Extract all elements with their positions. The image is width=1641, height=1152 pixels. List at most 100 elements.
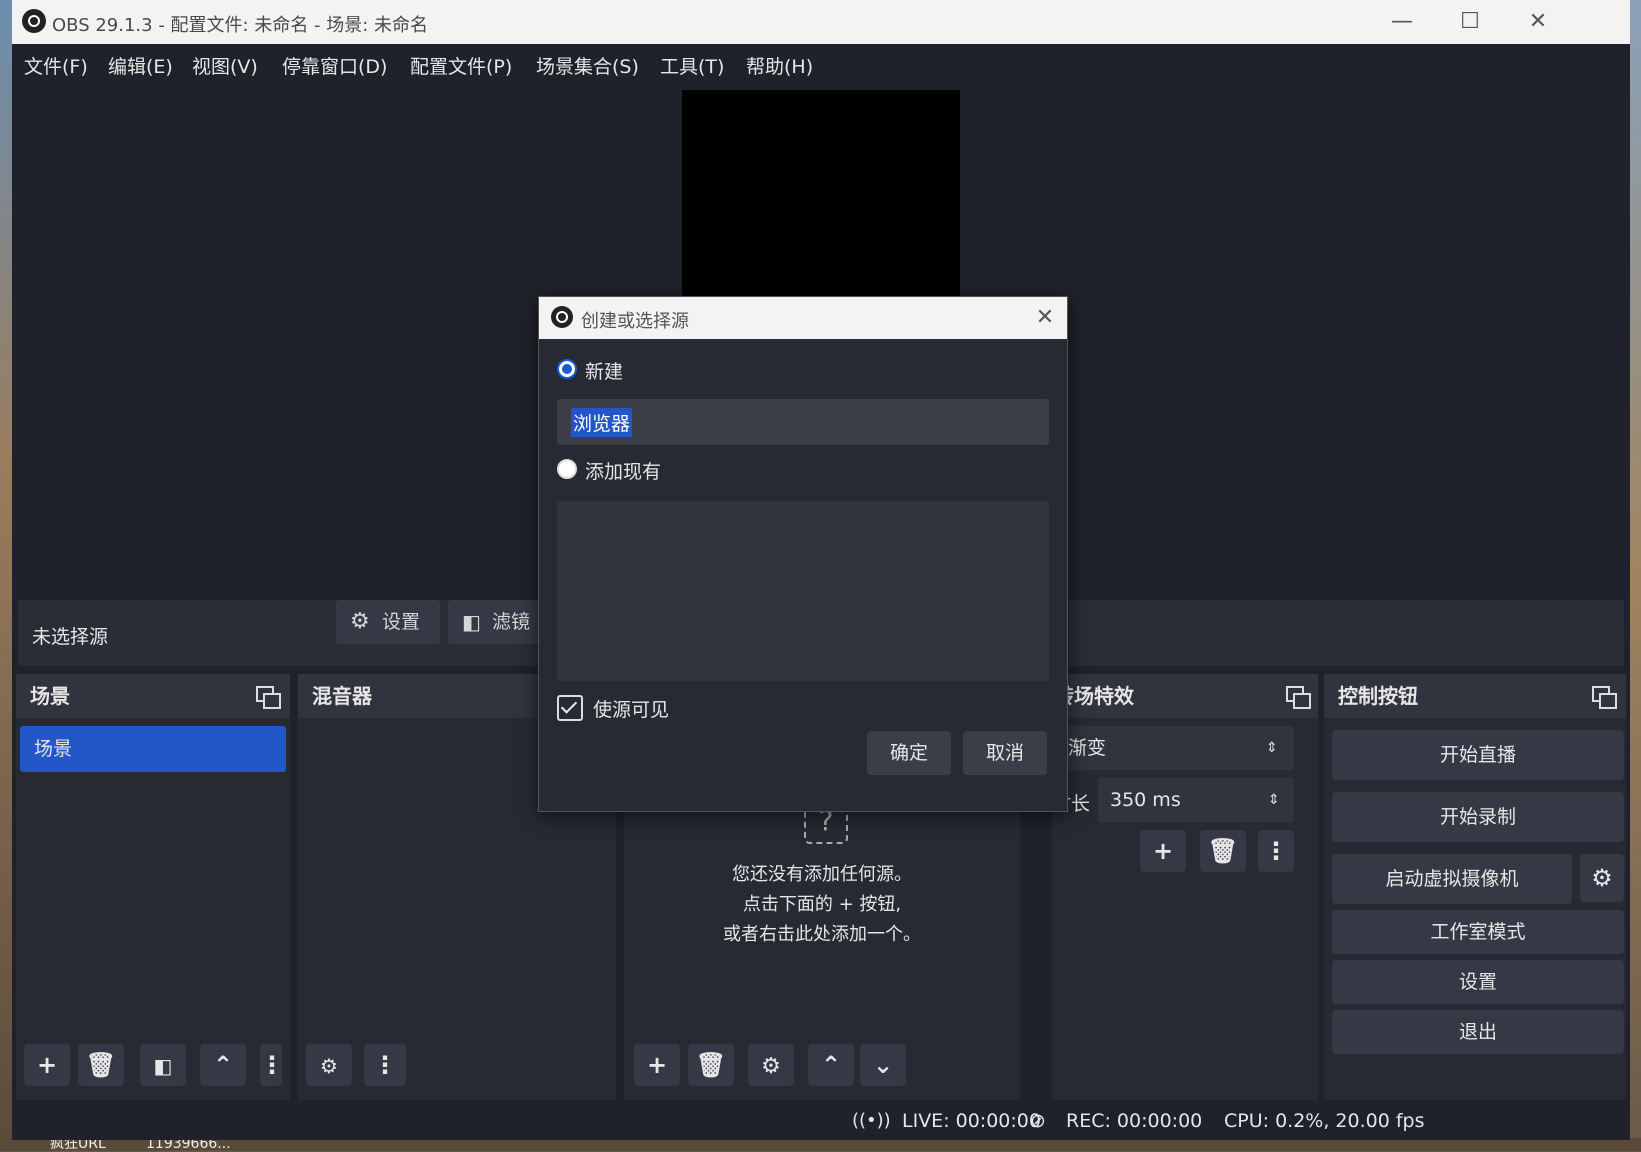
trash-icon: 🗑 (1207, 837, 1239, 865)
menu-bar: 文件(F) 编辑(E) 视图(V) 停靠窗口(D) 配置文件(P) 场景集合(S… (12, 44, 1630, 82)
empty-line-3: 或者右击此处添加一个。 (723, 924, 921, 945)
transitions-dock: 转场特效 渐变 ⇕ 时长 350 ms ⇕ + 🗑 ⋮ (1052, 674, 1318, 1100)
create-select-source-dialog: 创建或选择源 ✕ 新建 浏览器 添加现有 使源可见 确定 取消 (538, 296, 1068, 812)
remove-scene-button[interactable]: 🗑 (78, 1044, 124, 1086)
undock-icon[interactable] (256, 686, 281, 709)
status-bar: ((•)) LIVE: 00:00:00 ⊘ REC: 00:00:00 CPU… (12, 1100, 1630, 1140)
chevron-up-icon: ⌃ (212, 1051, 234, 1079)
source-name-value: 浏览器 (571, 408, 633, 437)
controls-title: 控制按钮 (1338, 684, 1418, 708)
desktop-background-right (1630, 0, 1641, 1151)
transition-more-button[interactable]: ⋮ (1258, 830, 1294, 872)
scenes-title: 场景 (30, 684, 70, 708)
new-source-radio[interactable] (557, 359, 577, 379)
minimize-button[interactable]: — (1374, 6, 1430, 38)
duration-value: 350 ms (1110, 789, 1181, 811)
menu-docks[interactable]: 停靠窗口(D) (282, 52, 387, 79)
transition-selected-value: 渐变 (1068, 737, 1107, 759)
close-button[interactable]: ✕ (1510, 6, 1566, 38)
maximize-button[interactable]: ☐ (1442, 6, 1498, 38)
undock-icon[interactable] (1286, 686, 1311, 709)
no-source-label: 未选择源 (32, 626, 109, 648)
title-bar: OBS 29.1.3 - 配置文件: 未命名 - 场景: 未命名 — ☐ ✕ (12, 0, 1630, 44)
rec-status: REC: 00:00:00 (1066, 1110, 1203, 1132)
more-vertical-icon: ⋮ (260, 1051, 284, 1079)
scene-list-item[interactable]: 场景 (20, 726, 286, 772)
menu-edit[interactable]: 编辑(E) (108, 52, 173, 79)
gear-icon: ⚙ (761, 1054, 781, 1079)
obs-logo-icon (551, 306, 573, 328)
start-virtual-camera-button[interactable]: 启动虚拟摄像机 (1332, 854, 1572, 904)
studio-mode-button[interactable]: 工作室模式 (1332, 910, 1624, 954)
menu-file[interactable]: 文件(F) (24, 52, 88, 79)
dialog-title-bar: 创建或选择源 ✕ (539, 297, 1067, 339)
scene-more-button[interactable]: ⋮ (260, 1044, 284, 1086)
trash-icon: 🗑 (85, 1051, 117, 1079)
move-source-up-button[interactable]: ⌃ (808, 1044, 854, 1086)
make-source-visible-label: 使源可见 (593, 699, 670, 721)
move-scene-up-button[interactable]: ⌃ (200, 1044, 246, 1086)
new-source-label: 新建 (585, 361, 624, 383)
empty-line-2: 点击下面的 + 按钮, (742, 894, 902, 915)
transition-select[interactable]: 渐变 ⇕ (1056, 726, 1294, 770)
existing-sources-list[interactable] (557, 501, 1049, 681)
add-existing-label: 添加现有 (585, 461, 662, 483)
source-settings-button[interactable]: ⚙ 设置 (336, 600, 440, 644)
source-filters-label: 滤镜 (492, 611, 531, 633)
desktop-background-left (0, 0, 12, 1151)
live-status: LIVE: 00:00:00 (902, 1110, 1041, 1132)
move-source-down-button[interactable]: ⌄ (860, 1044, 906, 1086)
mixer-advanced-settings-button[interactable]: ⚙ (306, 1044, 352, 1086)
menu-profile[interactable]: 配置文件(P) (410, 52, 512, 79)
add-existing-radio[interactable] (557, 459, 577, 479)
scene-filters-button[interactable]: ◧ (140, 1044, 186, 1086)
obs-logo-icon (22, 9, 46, 33)
trash-icon: 🗑 (695, 1051, 727, 1079)
scenes-dock: 场景 场景 + 🗑 ◧ ⌃ ⋮ (16, 674, 290, 1100)
add-source-button[interactable]: + (634, 1044, 680, 1086)
make-source-visible-checkbox[interactable] (557, 695, 583, 721)
cancel-button[interactable]: 取消 (963, 731, 1047, 775)
sources-empty-message[interactable]: 您还没有添加任何源。 点击下面的 + 按钮, 或者右击此处添加一个。 (624, 860, 1020, 950)
undock-icon[interactable] (1592, 686, 1617, 709)
controls-dock-header: 控制按钮 (1324, 674, 1626, 718)
more-vertical-icon: ⋮ (373, 1051, 397, 1079)
duration-input[interactable]: 350 ms ⇕ (1098, 778, 1294, 822)
preview-canvas[interactable] (682, 90, 960, 296)
network-icon: ((•)) (852, 1110, 891, 1131)
more-vertical-icon: ⋮ (1264, 837, 1288, 865)
ok-button[interactable]: 确定 (867, 731, 951, 775)
gear-icon: ⚙ (1591, 864, 1613, 892)
menu-scene-collection[interactable]: 场景集合(S) (536, 52, 639, 79)
remove-transition-button[interactable]: 🗑 (1200, 830, 1246, 872)
source-properties-button[interactable]: ⚙ (748, 1044, 794, 1086)
exit-button[interactable]: 退出 (1332, 1010, 1624, 1054)
menu-tools[interactable]: 工具(T) (660, 52, 724, 79)
remove-source-button[interactable]: 🗑 (688, 1044, 734, 1086)
dialog-close-button[interactable]: ✕ (1027, 301, 1063, 335)
settings-button[interactable]: 设置 (1332, 960, 1624, 1004)
record-icon: ⊘ (1030, 1110, 1046, 1132)
empty-line-1: 您还没有添加任何源。 (732, 864, 912, 885)
start-recording-button[interactable]: 开始录制 (1332, 792, 1624, 842)
add-scene-button[interactable]: + (24, 1044, 70, 1086)
filter-icon: ◧ (462, 610, 481, 634)
menu-help[interactable]: 帮助(H) (746, 52, 813, 79)
virtual-camera-settings-button[interactable]: ⚙ (1580, 854, 1624, 902)
gears-icon: ⚙ (320, 1054, 338, 1078)
source-settings-label: 设置 (382, 611, 421, 633)
source-filters-button[interactable]: ◧ 滤镜 (448, 600, 552, 644)
dialog-title: 创建或选择源 (581, 311, 689, 332)
scenes-dock-header: 场景 (16, 674, 290, 718)
start-streaming-button[interactable]: 开始直播 (1332, 730, 1624, 780)
mixer-more-button[interactable]: ⋮ (364, 1044, 406, 1086)
transitions-dock-header: 转场特效 (1052, 674, 1318, 718)
menu-view[interactable]: 视图(V) (192, 52, 258, 79)
source-name-input[interactable]: 浏览器 (557, 399, 1049, 445)
add-transition-button[interactable]: + (1140, 830, 1186, 872)
cpu-status: CPU: 0.2%, 20.00 fps (1224, 1110, 1425, 1132)
window-title: OBS 29.1.3 - 配置文件: 未命名 - 场景: 未命名 (52, 15, 429, 36)
filter-icon: ◧ (153, 1054, 173, 1078)
chevron-up-icon: ⌃ (820, 1051, 842, 1079)
controls-dock: 控制按钮 开始直播 开始录制 启动虚拟摄像机 ⚙ 工作室模式 设置 退出 (1324, 674, 1626, 1100)
